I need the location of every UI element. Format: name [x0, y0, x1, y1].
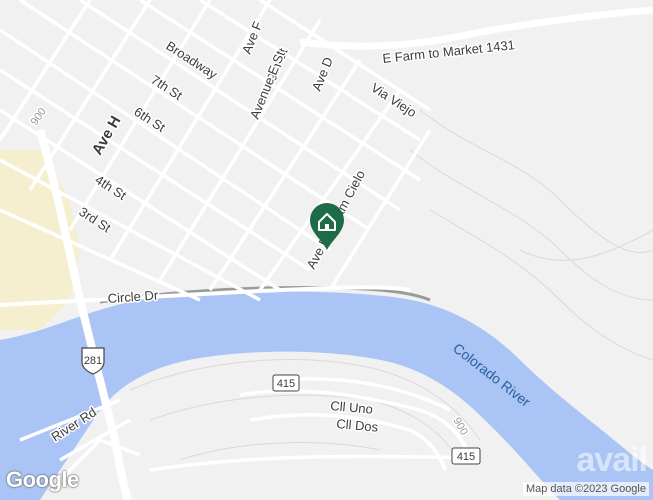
rt-415-shield-north: 415 [272, 374, 300, 392]
rt-415-label-north: 415 [277, 378, 295, 390]
watermark: avail [576, 441, 648, 479]
map-canvas[interactable]: 281 415 415 Broadway Ave F 9th St Avenue… [0, 0, 653, 500]
rt-415-label-south: 415 [457, 451, 475, 463]
map-attribution[interactable]: Map data ©2023 Google [522, 482, 649, 496]
us-281-shield: 281 [81, 347, 105, 375]
home-icon [310, 203, 344, 250]
rt-415-shield-south: 415 [451, 447, 481, 465]
property-marker[interactable] [306, 200, 348, 252]
us-281-label: 281 [84, 355, 102, 367]
google-logo[interactable]: Google [6, 467, 79, 493]
